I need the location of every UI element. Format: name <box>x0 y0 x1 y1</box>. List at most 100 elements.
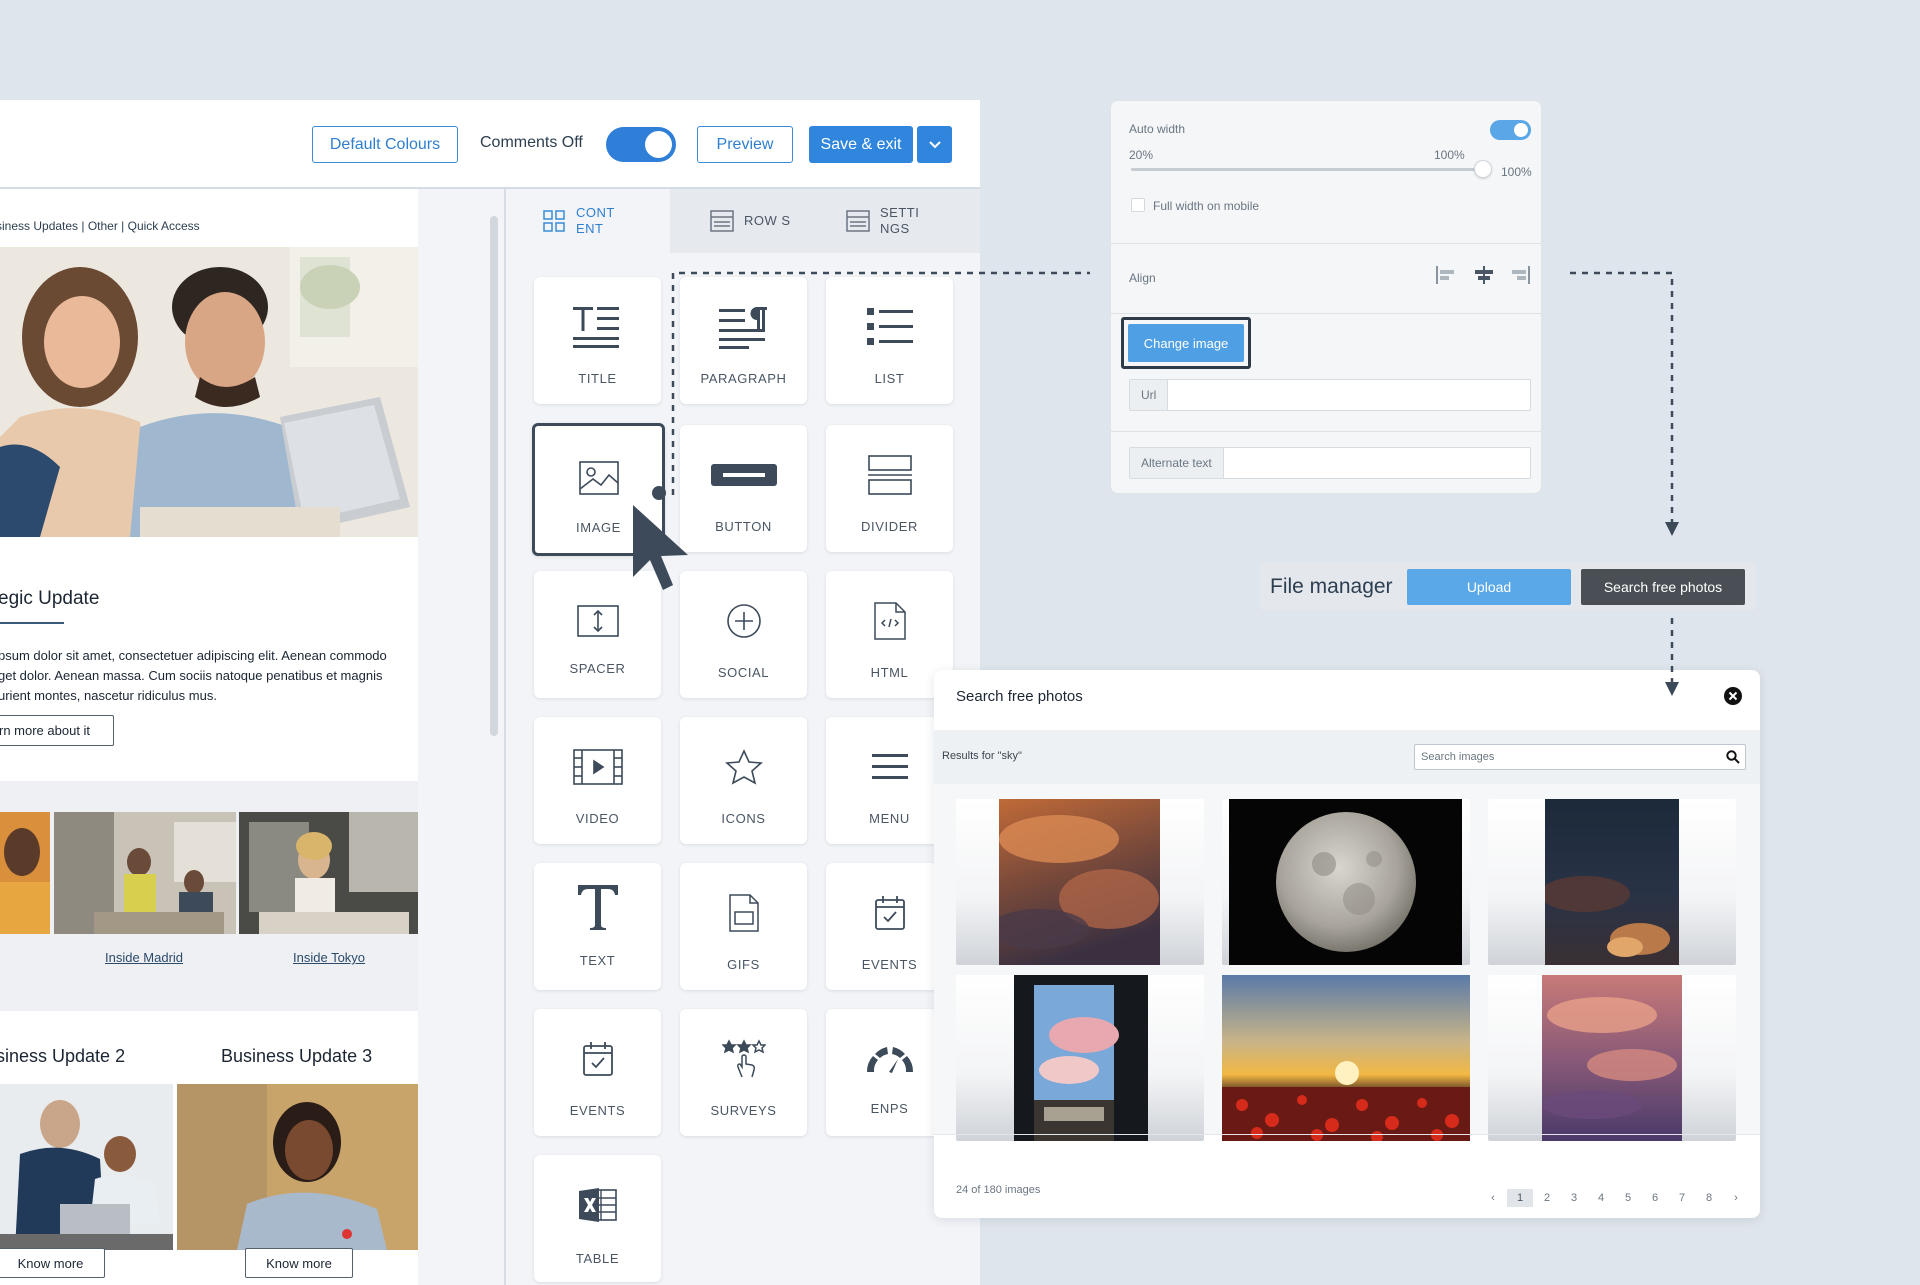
block-list[interactable]: LIST <box>826 277 953 404</box>
pagination-page[interactable]: 5 <box>1615 1189 1641 1207</box>
photo-thumbnail[interactable] <box>1488 799 1736 965</box>
photo-thumbnail[interactable] <box>1222 799 1470 965</box>
heading-underline <box>0 622 64 624</box>
block-gifs[interactable]: GIFS <box>680 863 807 990</box>
search-icon[interactable] <box>1726 750 1740 764</box>
update-photo[interactable] <box>177 1084 418 1250</box>
section-divider <box>1111 243 1541 244</box>
social-icon <box>726 604 761 638</box>
read-more-button[interactable]: rn more about it <box>0 715 114 746</box>
update-photo-illustration <box>0 1084 173 1250</box>
block-video[interactable]: VIDEO <box>534 717 661 844</box>
chevron-down-icon <box>928 140 941 148</box>
know-more-button[interactable]: Know more <box>245 1248 353 1278</box>
editor-toolbar: Default Colours Comments Off Preview Sav… <box>0 100 980 189</box>
block-surveys[interactable]: SURVEYS <box>680 1009 807 1136</box>
gallery-photo[interactable] <box>54 812 236 934</box>
gallery-photo-illustration <box>54 812 236 934</box>
email-paragraph-line: urient montes, nascetur ridiculus mus. <box>0 688 217 703</box>
block-social[interactable]: SOCIAL <box>680 571 807 698</box>
gallery-caption-link[interactable]: Inside Madrid <box>105 950 183 965</box>
url-field[interactable]: Url <box>1129 379 1531 411</box>
photo-image <box>999 799 1160 965</box>
pagination-page[interactable]: 2 <box>1534 1189 1560 1207</box>
know-more-button[interactable]: Know more <box>0 1248 105 1278</box>
save-options-button[interactable] <box>917 126 952 163</box>
align-left-icon[interactable] <box>1435 265 1455 285</box>
align-right-icon[interactable] <box>1511 265 1531 285</box>
pagination-page[interactable]: 4 <box>1588 1189 1614 1207</box>
block-title[interactable]: TITLE <box>534 277 661 404</box>
block-label: TABLE <box>575 1251 620 1266</box>
arrow-down-icon <box>1665 522 1679 536</box>
preview-button[interactable]: Preview <box>697 126 793 163</box>
photo-image <box>1014 975 1148 1141</box>
text-icon <box>577 885 618 930</box>
tab-rows[interactable]: ROW S <box>670 189 820 253</box>
save-exit-button[interactable]: Save & exit <box>809 126 913 163</box>
pagination-page[interactable]: 1 <box>1507 1189 1533 1207</box>
block-image[interactable]: IMAGE <box>532 423 665 556</box>
pagination-prev[interactable]: ‹ <box>1480 1189 1506 1207</box>
photo-thumbnail[interactable] <box>956 975 1204 1141</box>
block-label: IMAGE <box>576 520 621 535</box>
email-nav-links[interactable]: siness Updates | Other | Quick Access <box>0 219 200 233</box>
block-label: ICONS <box>721 811 766 826</box>
auto-width-label: Auto width <box>1129 122 1186 136</box>
update-photo[interactable] <box>0 1084 173 1250</box>
pagination-page[interactable]: 7 <box>1669 1189 1695 1207</box>
photo-thumbnail[interactable] <box>956 799 1204 965</box>
block-button[interactable]: BUTTON <box>680 425 807 552</box>
slider-max-label: 100% <box>1434 148 1465 162</box>
comments-toggle[interactable] <box>606 127 676 162</box>
search-images-input[interactable] <box>1414 744 1746 770</box>
list-icon <box>866 308 913 345</box>
gallery-photo[interactable] <box>239 812 418 934</box>
tab-label: CONT ENT <box>576 205 615 236</box>
auto-width-toggle[interactable] <box>1490 120 1531 140</box>
comments-label: Comments Off <box>480 134 583 151</box>
gallery-photo[interactable] <box>0 812 50 934</box>
align-center-icon[interactable] <box>1473 265 1495 285</box>
pagination-page[interactable]: 6 <box>1642 1189 1668 1207</box>
email-spacer <box>0 746 418 781</box>
block-divider[interactable]: DIVIDER <box>826 425 953 552</box>
block-icons[interactable]: ICONS <box>680 717 807 844</box>
pagination-page[interactable]: 8 <box>1696 1189 1722 1207</box>
block-text[interactable]: TEXT <box>534 863 661 990</box>
width-slider-fill <box>1131 168 1483 171</box>
block-table[interactable]: TABLE <box>534 1155 661 1282</box>
photo-image <box>1545 799 1679 965</box>
block-events[interactable]: EVENTS <box>534 1009 661 1136</box>
photo-thumbnail[interactable] <box>1222 975 1470 1141</box>
modal-footer-divider <box>934 1134 1760 1135</box>
gallery-caption-link[interactable]: Inside Tokyo <box>293 950 365 965</box>
upload-button[interactable]: Upload <box>1407 569 1571 605</box>
tab-settings[interactable]: SETTI NGS <box>820 189 980 253</box>
preview-scrollbar[interactable] <box>490 216 498 736</box>
default-colours-button[interactable]: Default Colours <box>312 126 458 163</box>
hero-photo[interactable] <box>0 247 418 537</box>
photo-thumbnail[interactable] <box>1488 975 1736 1141</box>
panel-divider <box>504 189 506 1285</box>
pagination-next[interactable]: › <box>1723 1189 1749 1207</box>
block-spacer[interactable]: SPACER <box>534 571 661 698</box>
full-width-mobile-label: Full width on mobile <box>1153 199 1260 213</box>
tab-content[interactable]: CONT ENT <box>510 189 670 253</box>
toggle-knob <box>645 131 672 158</box>
block-label: TEXT <box>579 953 616 968</box>
change-image-button[interactable]: Change image <box>1128 324 1244 362</box>
close-icon <box>1728 691 1738 701</box>
search-free-photos-button[interactable]: Search free photos <box>1581 569 1745 605</box>
block-paragraph[interactable]: PARAGRAPH <box>680 277 807 404</box>
close-button[interactable] <box>1724 687 1742 705</box>
pagination-page[interactable]: 3 <box>1561 1189 1587 1207</box>
surveys-icon <box>721 1039 766 1078</box>
modal-title: Search free photos <box>956 688 1083 705</box>
file-manager-label: File manager <box>1270 575 1393 598</box>
alt-text-field[interactable]: Alternate text <box>1129 447 1531 479</box>
width-slider-handle[interactable] <box>1474 160 1492 178</box>
star-icon <box>724 749 763 785</box>
full-width-mobile-checkbox[interactable] <box>1131 198 1145 212</box>
update-title: siness Update 2 <box>0 1046 126 1066</box>
